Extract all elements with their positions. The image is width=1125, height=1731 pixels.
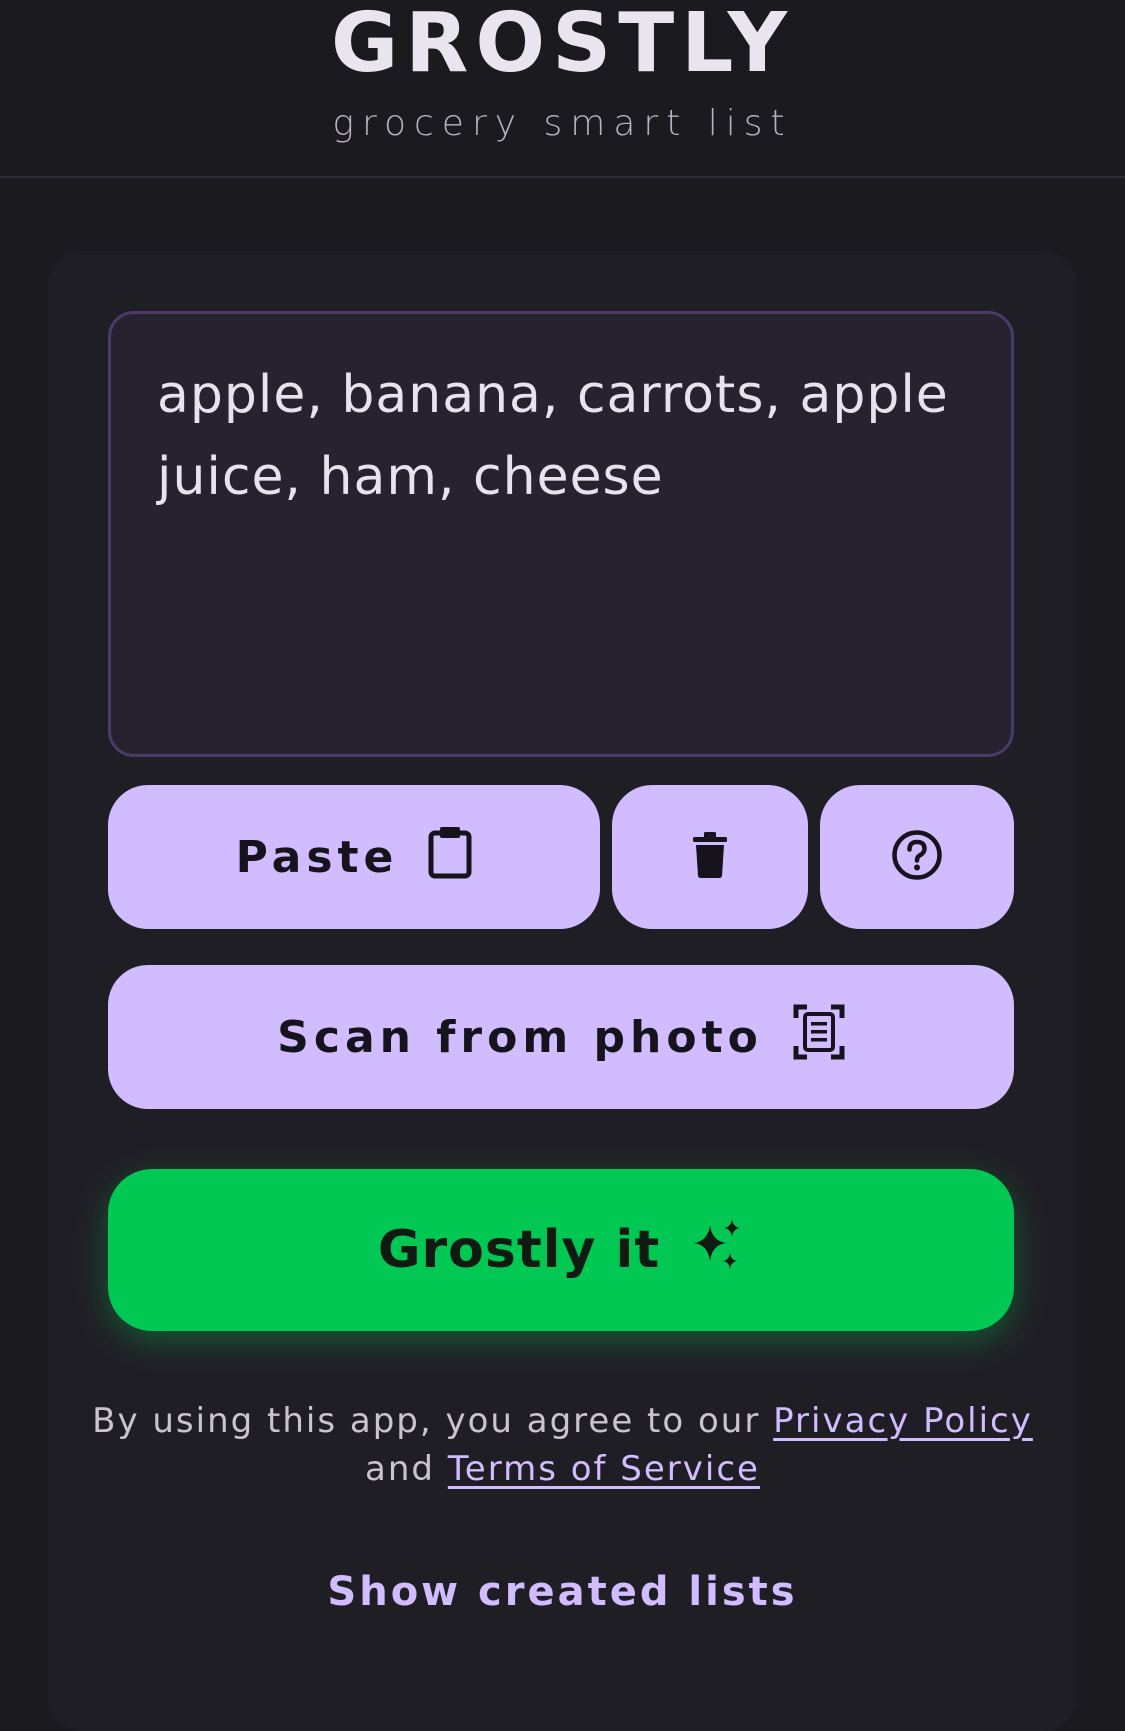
grostly-it-label: Grostly it [377,1220,661,1280]
paste-button[interactable]: Paste [108,785,600,929]
legal-joiner-text: and [365,1449,435,1489]
terms-of-service-link[interactable]: Terms of Service [448,1449,760,1489]
legal-prefix-text: By using this app, you agree to our [92,1401,761,1441]
app-logo-title: GROSTLY [330,0,794,91]
grocery-list-input[interactable]: apple, banana, carrots, apple juice, ham… [108,311,1014,757]
clipboard-icon [428,825,472,890]
legal-notice: By using this app, you agree to our Priv… [88,1397,1037,1493]
sparkles-icon [690,1217,744,1284]
scan-button-label: Scan from photo [277,1011,763,1063]
trash-icon [693,832,727,882]
show-created-lists-button[interactable]: Show created lists [48,1569,1077,1615]
scan-photo-button[interactable]: Scan from photo [108,965,1014,1109]
app-header: GROSTLY grocery smart list [0,0,1125,178]
paste-button-label: Paste [235,831,399,883]
help-circle-icon [891,829,943,885]
privacy-policy-link[interactable]: Privacy Policy [773,1401,1033,1441]
main-card: apple, banana, carrots, apple juice, ham… [48,251,1077,1731]
grostly-it-button[interactable]: Grostly it [108,1169,1014,1331]
clear-button[interactable] [612,785,808,929]
app-tagline: grocery smart list [332,103,793,144]
document-scan-icon [793,1004,845,1071]
help-button[interactable] [820,785,1014,929]
